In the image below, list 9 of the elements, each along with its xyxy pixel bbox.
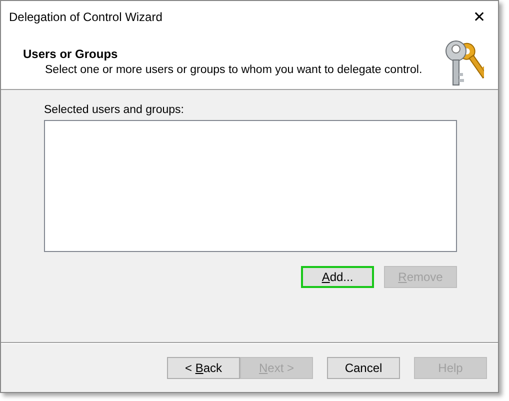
- users-list[interactable]: [44, 120, 457, 252]
- dialog-button[interactable]: Add...: [301, 266, 374, 288]
- page-title: Users or Groups: [23, 47, 119, 61]
- list-label: Selected users and groups:: [44, 104, 186, 116]
- dialog-button[interactable]: < Back: [167, 357, 240, 379]
- page-subtitle: Select one or more users or groups to whom you want to delegate control.: [44, 64, 422, 76]
- dialog-button[interactable]: Cancel: [327, 357, 400, 379]
- close-button[interactable]: ✕: [471, 8, 488, 26]
- window-title: Delegation of Control Wizard: [9, 10, 162, 24]
